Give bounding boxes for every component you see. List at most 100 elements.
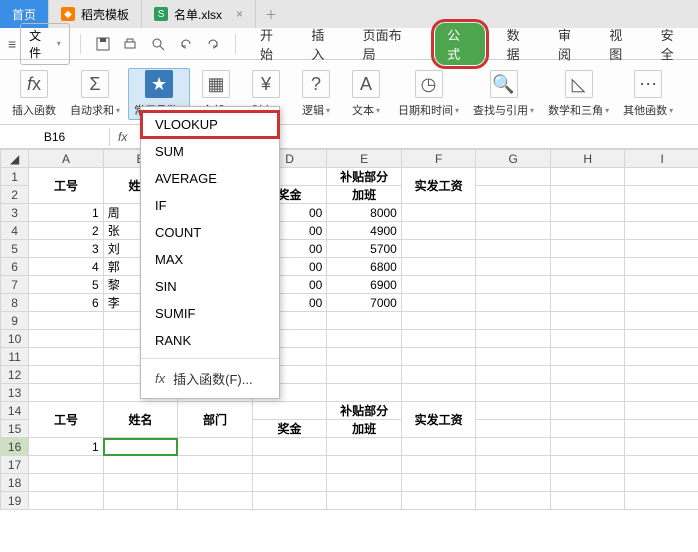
cell[interactable]: 补贴部分 [327,168,402,186]
cell[interactable] [401,438,476,456]
cell[interactable] [327,492,402,510]
row-header[interactable]: 19 [1,492,29,510]
menu-item-rank[interactable]: RANK [141,327,279,354]
cell[interactable] [178,438,253,456]
cell[interactable] [550,312,625,330]
row-header[interactable]: 5 [1,240,29,258]
cell[interactable] [625,222,698,240]
cell[interactable]: 5700 [327,240,402,258]
menu-item-count[interactable]: COUNT [141,219,279,246]
cell[interactable] [476,204,551,222]
cell[interactable] [29,330,104,348]
cell[interactable]: 2 [29,222,104,240]
datetime-button[interactable]: ◷ 日期和时间▾ [392,68,465,120]
cell[interactable] [103,456,178,474]
row-header[interactable]: 2 [1,186,29,204]
cell[interactable] [401,204,476,222]
cell[interactable]: 实发工资 [401,168,476,204]
cell[interactable]: 6 [29,294,104,312]
col-header[interactable]: F [401,150,476,168]
cell[interactable] [252,438,327,456]
cell[interactable] [476,168,551,186]
undo-icon[interactable] [174,32,198,56]
cell[interactable] [550,168,625,186]
menu-item-max[interactable]: MAX [141,246,279,273]
cell[interactable] [550,456,625,474]
cell[interactable] [625,474,698,492]
row-header[interactable]: 16 [1,438,29,456]
row-header[interactable]: 12 [1,366,29,384]
cell[interactable]: 加班 [327,186,402,204]
cell[interactable] [476,258,551,276]
cell[interactable]: 实发工资 [401,402,476,438]
tab-start[interactable]: 开始 [256,22,289,66]
cell[interactable] [550,384,625,402]
cell[interactable] [476,348,551,366]
cell[interactable] [550,294,625,312]
lookup-button[interactable]: 🔍 查找与引用▾ [467,68,540,120]
cell[interactable] [625,204,698,222]
close-icon[interactable]: × [236,7,243,21]
cell[interactable] [327,474,402,492]
cell[interactable] [625,276,698,294]
cell[interactable] [625,438,698,456]
row-header[interactable]: 4 [1,222,29,240]
cell[interactable] [476,474,551,492]
cell[interactable] [327,312,402,330]
cell[interactable] [401,240,476,258]
name-box[interactable]: B16 [0,128,110,146]
row-header[interactable]: 11 [1,348,29,366]
cell[interactable]: 8000 [327,204,402,222]
cell[interactable] [401,312,476,330]
cell[interactable] [550,402,625,420]
cell[interactable]: 补贴部分 [327,402,402,420]
cell[interactable]: 1 [29,204,104,222]
cell[interactable] [625,402,698,420]
cell[interactable]: 1 [29,438,104,456]
tab-insert[interactable]: 插入 [307,22,340,66]
row-header[interactable]: 7 [1,276,29,294]
cell[interactable] [476,384,551,402]
cell[interactable] [550,204,625,222]
cell[interactable] [252,474,327,492]
cell[interactable]: 3 [29,240,104,258]
cell[interactable] [625,294,698,312]
logic-button[interactable]: ? 逻辑▾ [292,68,340,120]
cell[interactable] [625,258,698,276]
menu-item-insert-function[interactable]: fx 插入函数(F)... [141,363,279,394]
row-header[interactable]: 9 [1,312,29,330]
cell[interactable] [178,474,253,492]
tab-file[interactable]: S 名单.xlsx × [142,0,256,28]
cell[interactable] [29,348,104,366]
cell[interactable] [476,402,551,420]
cell[interactable] [401,474,476,492]
col-header[interactable]: E [327,150,402,168]
cell[interactable] [625,348,698,366]
cell[interactable] [625,366,698,384]
cell[interactable] [476,492,551,510]
cell[interactable] [550,222,625,240]
cell[interactable] [476,438,551,456]
cell[interactable] [550,276,625,294]
row-header[interactable]: 3 [1,204,29,222]
cell[interactable] [327,348,402,366]
text-button[interactable]: A 文本▾ [342,68,390,120]
cell[interactable] [401,492,476,510]
menu-item-sum[interactable]: SUM [141,138,279,165]
cell[interactable] [550,474,625,492]
cell[interactable]: 6800 [327,258,402,276]
cell[interactable] [29,384,104,402]
cell[interactable]: 7000 [327,294,402,312]
cell[interactable] [476,222,551,240]
cell[interactable] [550,186,625,204]
autosum-button[interactable]: Σ 自动求和▾ [64,68,126,120]
cell[interactable]: 4 [29,258,104,276]
cell[interactable] [252,492,327,510]
tab-view[interactable]: 视图 [605,22,638,66]
cell[interactable]: 5 [29,276,104,294]
select-all-corner[interactable]: ◢ [1,150,29,168]
cell[interactable] [103,492,178,510]
menu-icon[interactable]: ≡ [8,36,16,52]
preview-icon[interactable] [146,32,170,56]
row-header[interactable]: 18 [1,474,29,492]
